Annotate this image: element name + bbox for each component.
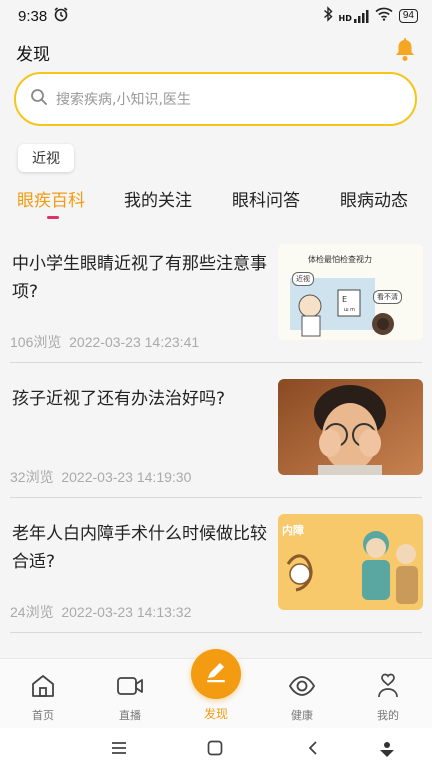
tab-eye-qa[interactable]: 眼科问答 [232, 186, 300, 211]
nav-mine[interactable]: 我的 [358, 673, 418, 723]
article-meta: 106浏览 2022-03-23 14:23:41 [10, 332, 199, 352]
category-tabs: 眼疾百科 我的关注 眼科问答 眼病动态 [0, 186, 432, 222]
tab-my-follows[interactable]: 我的关注 [124, 186, 192, 211]
article-datetime: 2022-03-23 14:23:41 [69, 334, 200, 350]
thumbnail-caption: 内障 [282, 524, 304, 537]
page-title: 发现 [16, 44, 50, 65]
back-icon[interactable] [307, 740, 319, 760]
nav-home[interactable]: 首页 [13, 673, 73, 723]
tab-indicator [47, 216, 59, 219]
article-views: 32浏览 [10, 469, 54, 485]
article-thumbnail: E ш m 体检最怕检查视力 近视 看不清 [278, 244, 423, 340]
nav-health[interactable]: 健康 [272, 673, 332, 723]
search-icon [30, 88, 48, 110]
article-meta: 32浏览 2022-03-23 14:19:30 [10, 467, 191, 487]
tab-eye-news[interactable]: 眼病动态 [340, 186, 408, 211]
home-square-icon[interactable] [207, 740, 223, 760]
video-camera-icon [116, 673, 144, 703]
article-views: 106浏览 [10, 334, 62, 350]
network-type: HD [338, 14, 352, 23]
thumbnail-bubble: 看不清 [373, 290, 402, 304]
nav-label: 健康 [291, 709, 313, 722]
search-input[interactable]: 搜索疾病,小知识,医生 [14, 72, 417, 126]
nav-label: 首页 [32, 709, 54, 722]
nav-label: 我的 [377, 709, 399, 722]
menu-icon[interactable] [110, 740, 128, 760]
system-nav-bar [0, 728, 432, 768]
tab-eye-disease-encyclopedia[interactable]: 眼疾百科 [17, 186, 85, 211]
article-title: 中小学生眼睛近视了有那些注意事项? [12, 254, 267, 302]
article-thumbnail: 内障 [278, 514, 423, 610]
search-placeholder: 搜索疾病,小知识,医生 [56, 92, 191, 108]
wifi-icon [375, 7, 393, 25]
alarm-icon [53, 6, 69, 26]
eye-icon [288, 673, 316, 703]
divider [10, 497, 422, 498]
nav-label-active: 发现 [203, 707, 228, 721]
thumbnail-caption: 体检最怕检查视力 [308, 255, 372, 264]
person-heart-icon [376, 673, 400, 703]
nav-live[interactable]: 直播 [100, 673, 160, 723]
filter-tag[interactable]: 近视 [18, 144, 74, 172]
article-title: 孩子近视了还有办法治好吗? [12, 389, 226, 409]
svg-text:ш m: ш m [344, 307, 355, 313]
article-item[interactable]: 孩子近视了还有办法治好吗? 32浏览 2022-03-23 14:19:30 [0, 375, 432, 509]
svg-text:E: E [342, 295, 347, 304]
article-datetime: 2022-03-23 14:19:30 [61, 469, 192, 485]
divider [10, 632, 422, 633]
assistant-icon[interactable] [378, 740, 396, 762]
bottom-nav: 首页 直播 发现 健康 我的 [0, 649, 432, 728]
article-views: 24浏览 [10, 604, 54, 620]
article-thumbnail [278, 379, 423, 475]
battery-indicator: 94 [398, 9, 418, 23]
article-datetime: 2022-03-23 14:13:32 [61, 604, 192, 620]
article-item[interactable]: 老年人白内障手术什么时候做比较合适? 24浏览 2022-03-23 14:13… [0, 510, 432, 644]
home-icon [30, 673, 56, 703]
thumbnail-bubble: 近视 [292, 272, 314, 286]
pencil-icon [203, 659, 229, 689]
divider [10, 362, 422, 363]
nav-discover-button[interactable] [191, 649, 241, 699]
article-title: 老年人白内障手术什么时候做比较合适? [12, 524, 267, 572]
article-item[interactable]: 中小学生眼睛近视了有那些注意事项? 106浏览 2022-03-23 14:23… [0, 240, 432, 374]
bluetooth-icon [323, 6, 333, 26]
status-bar: 9:38 HD 94 [0, 0, 432, 32]
nav-label: 直播 [119, 709, 141, 722]
bell-icon[interactable] [394, 38, 416, 66]
signal-icon: HD [339, 9, 369, 23]
article-meta: 24浏览 2022-03-23 14:13:32 [10, 602, 191, 622]
status-time: 9:38 [18, 7, 48, 25]
header: 发现 [0, 32, 432, 72]
